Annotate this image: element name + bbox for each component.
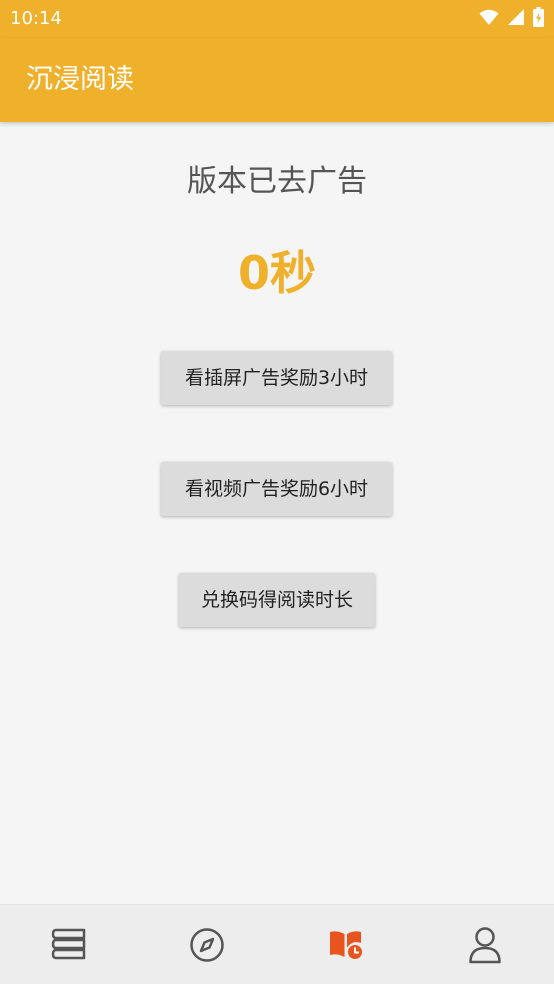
compass-icon [189,927,225,963]
reading-time-icon [328,929,364,961]
ad-status-text: 版本已去广告 [187,164,367,199]
nav-item-profile[interactable] [416,905,554,984]
status-bar: 10:14 [0,0,554,38]
redeem-code-button[interactable]: 兑换码得阅读时长 [179,573,375,627]
page-title: 沉浸阅读 [26,64,134,95]
signal-icon [507,8,525,30]
nav-item-bookshelf[interactable] [0,905,138,984]
remaining-time: 0秒 [237,246,316,300]
app-toolbar: 沉浸阅读 [0,38,554,122]
app-screen: 10:14 沉浸阅读 版本已去广告 0秒 看插屏广告奖励3小时 看视频广告奖励6… [0,0,554,984]
bookshelf-icon [51,928,87,962]
person-icon [468,926,502,964]
interstitial-ad-reward-button[interactable]: 看插屏广告奖励3小时 [161,351,392,405]
battery-charging-icon [533,7,544,31]
status-icons [479,7,544,31]
bottom-navigation [0,904,554,984]
wifi-icon [479,8,499,30]
status-time: 10:14 [10,8,62,29]
nav-item-reading-time[interactable] [277,905,415,984]
nav-item-discover[interactable] [138,905,276,984]
video-ad-reward-button[interactable]: 看视频广告奖励6小时 [161,462,392,516]
main-content: 版本已去广告 0秒 看插屏广告奖励3小时 看视频广告奖励6小时 兑换码得阅读时长 [0,122,554,904]
